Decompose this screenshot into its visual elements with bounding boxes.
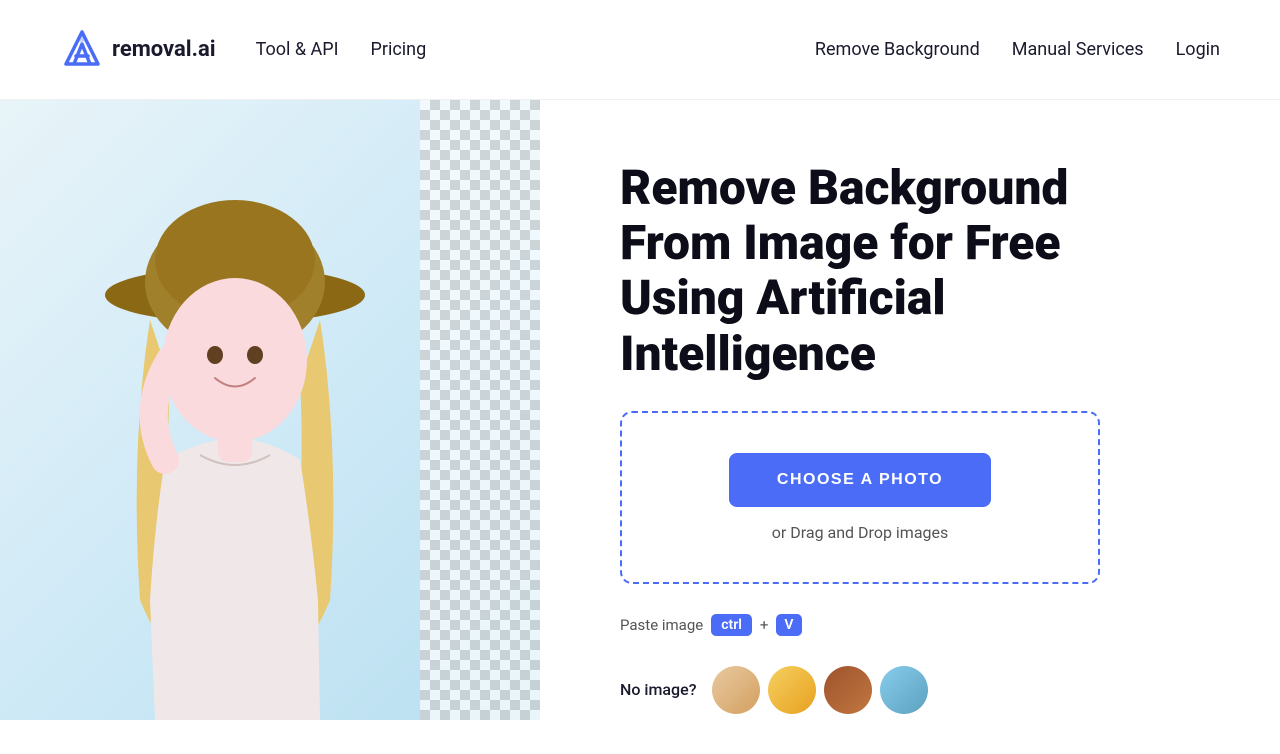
logo[interactable]: removal.ai — [60, 28, 216, 72]
v-key-badge: V — [776, 614, 801, 636]
no-image-label: No image? — [620, 680, 696, 699]
upload-dropzone[interactable]: CHOOSE A PHOTO or Drag and Drop images — [620, 411, 1100, 584]
nav-manual-services[interactable]: Manual Services — [1012, 39, 1144, 60]
no-image-row: No image? — [620, 666, 1100, 714]
header: removal.ai Tool & API Pricing Remove Bac… — [0, 0, 1280, 100]
nav-login[interactable]: Login — [1176, 39, 1220, 60]
sample-image-1[interactable] — [712, 666, 760, 714]
ctrl-key-badge: ctrl — [711, 614, 752, 636]
header-nav-left: Tool & API Pricing — [256, 39, 427, 60]
plus-sign: + — [760, 616, 769, 634]
header-left: removal.ai Tool & API Pricing — [60, 28, 426, 72]
woman-figure — [0, 100, 480, 720]
choose-photo-button[interactable]: CHOOSE A PHOTO — [729, 453, 991, 507]
sample-image-2[interactable] — [768, 666, 816, 714]
hero-image-container — [0, 100, 540, 720]
hero-title: Remove Background From Image for Free Us… — [620, 160, 1100, 381]
sample-image-4[interactable] — [880, 666, 928, 714]
paste-area: Paste image ctrl + V — [620, 614, 1100, 636]
header-nav-right: Remove Background Manual Services Login — [815, 39, 1220, 60]
drag-drop-label: or Drag and Drop images — [772, 523, 949, 542]
logo-text: removal.ai — [112, 37, 216, 62]
paste-label: Paste image — [620, 616, 703, 634]
main-content: Remove Background From Image for Free Us… — [0, 100, 1280, 754]
sample-image-3[interactable] — [824, 666, 872, 714]
hero-content: Remove Background From Image for Free Us… — [540, 100, 1280, 754]
nav-tool-api[interactable]: Tool & API — [256, 39, 339, 60]
nav-pricing[interactable]: Pricing — [371, 39, 427, 60]
sample-images — [712, 666, 928, 714]
logo-icon — [60, 28, 104, 72]
nav-remove-background[interactable]: Remove Background — [815, 39, 980, 60]
